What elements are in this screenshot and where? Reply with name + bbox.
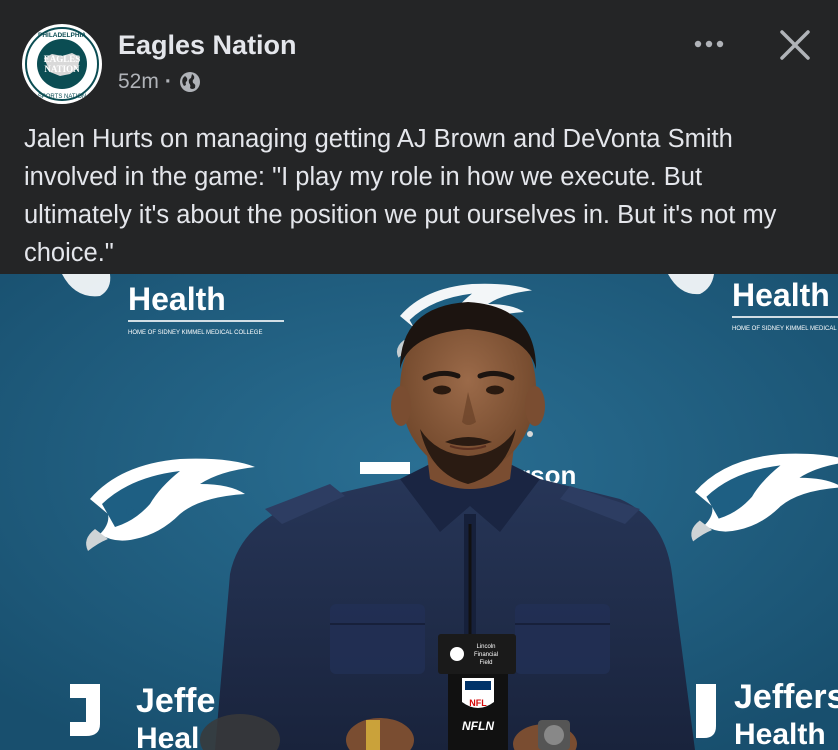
eagles-nation-logo: PHILADELPHIA EAGLES NATION SPORTS NATION	[23, 25, 101, 103]
backdrop-bottom-right: Jeffers	[734, 678, 838, 716]
backdrop-sponsor-sub-left: HOME OF SIDNEY KIMMEL MEDICAL COLLEGE	[128, 330, 262, 336]
post-photo[interactable]: Health HOME OF SIDNEY KIMMEL MEDICAL COL…	[0, 274, 838, 750]
logo-line1: EAGLES	[44, 54, 81, 64]
post-header: PHILADELPHIA EAGLES NATION SPORTS NATION…	[0, 0, 838, 112]
post-meta: 52m ·	[118, 70, 202, 94]
mic-flag-line1: Lincoln	[476, 644, 495, 650]
logo-line2: NATION	[44, 64, 80, 74]
close-icon	[780, 30, 810, 60]
post-time[interactable]: 52m	[118, 70, 159, 94]
globe-icon	[179, 72, 200, 92]
logo-top-text: PHILADELPHIA	[38, 32, 86, 39]
page-avatar[interactable]: PHILADELPHIA EAGLES NATION SPORTS NATION	[22, 24, 102, 104]
backdrop-sponsor-sub-right: HOME OF SIDNEY KIMMEL MEDICAL COLLEGE	[732, 326, 838, 332]
mic-flag-line2: Financial	[474, 652, 498, 658]
mic-nfl-text: NFL	[469, 698, 487, 708]
backdrop-bottom-right-2: Health	[734, 718, 826, 750]
backdrop-sponsor-left: Health	[128, 281, 226, 317]
backdrop-bottom-left: Jeffe	[136, 682, 215, 720]
logo-bottom-text: SPORTS NATION	[38, 94, 86, 100]
mic-network-text: NFLN	[462, 719, 494, 733]
backdrop-bottom-left-2: Heal	[136, 722, 199, 750]
press-conference-photo: Health HOME OF SIDNEY KIMMEL MEDICAL COL…	[0, 274, 838, 750]
ellipsis-icon	[694, 40, 724, 48]
meta-separator: ·	[164, 70, 172, 93]
post-body-text: Jalen Hurts on managing getting AJ Brown…	[24, 125, 777, 267]
close-button[interactable]	[772, 22, 818, 68]
more-options-button[interactable]	[688, 24, 732, 64]
mic-flag-line3: Field	[479, 660, 492, 666]
author-name[interactable]: Eagles Nation	[118, 30, 297, 61]
backdrop-sponsor-right: Health	[732, 277, 830, 313]
wristband	[366, 720, 380, 750]
